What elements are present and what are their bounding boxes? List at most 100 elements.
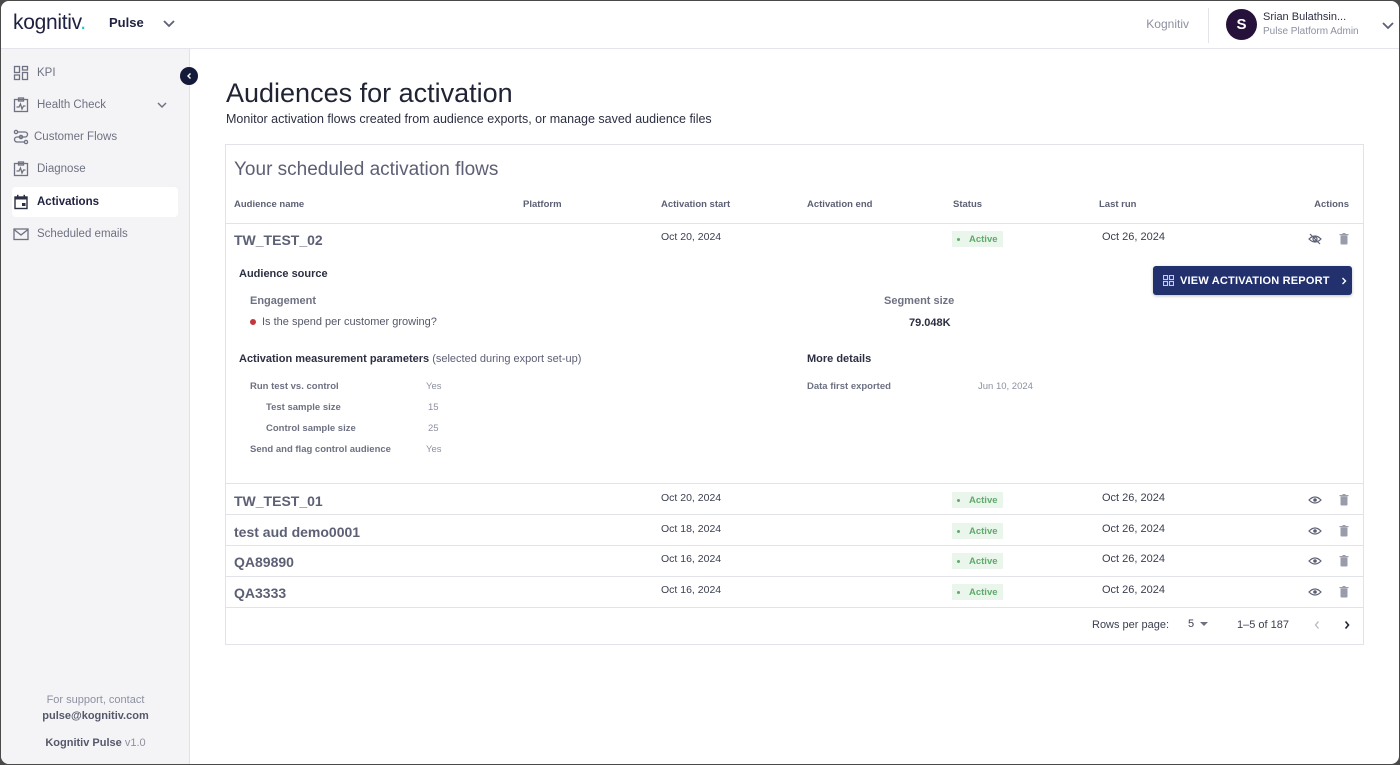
divider	[226, 576, 1363, 577]
param-value: 15	[428, 402, 439, 413]
source-question: Is the spend per customer growing?	[250, 316, 437, 328]
activation-start: Oct 16, 2024	[661, 584, 722, 596]
audience-name[interactable]: QA3333	[234, 585, 286, 601]
divider	[226, 483, 1363, 484]
col-last-run[interactable]: Last run	[1099, 199, 1136, 210]
sidebar-collapse-button[interactable]	[180, 67, 198, 85]
sidebar-item-activations[interactable]: Activations	[12, 187, 178, 217]
col-activation-end[interactable]: Activation end	[807, 199, 872, 210]
sidebar-item-diagnose[interactable]: Diagnose	[12, 154, 178, 184]
delete-button[interactable]	[1337, 493, 1351, 507]
view-details-button[interactable]	[1308, 493, 1322, 507]
trash-icon	[1339, 494, 1349, 506]
last-run: Oct 26, 2024	[1102, 553, 1165, 565]
param-label: Test sample size	[266, 402, 341, 413]
last-run: Oct 26, 2024	[1102, 231, 1165, 243]
rows-per-page-select[interactable]: 5	[1188, 618, 1209, 630]
more-details-heading: More details	[807, 353, 872, 365]
product-version: Kognitiv Pulse v1.0	[45, 737, 146, 749]
status-badge: Active	[952, 523, 1003, 539]
trash-icon	[1339, 555, 1349, 567]
params-heading: Activation measurement parameters (selec…	[239, 353, 582, 365]
user-menu[interactable]: S Srian Bulathsin... Pulse Platform Admi…	[1226, 9, 1395, 40]
eye-icon	[1308, 496, 1322, 504]
chevron-down-icon	[163, 19, 175, 27]
col-platform[interactable]: Platform	[523, 199, 562, 210]
param-value: Yes	[426, 444, 442, 455]
last-run: Oct 26, 2024	[1102, 584, 1165, 596]
trash-icon	[1339, 233, 1349, 245]
avatar: S	[1226, 9, 1257, 40]
page-title: Audiences for activation	[226, 78, 513, 108]
calendar-icon	[14, 194, 28, 210]
support-text: For support, contact	[46, 694, 145, 706]
status-badge: Active	[952, 231, 1003, 247]
user-role: Pulse Platform Admin	[1263, 26, 1359, 38]
chevron-down-icon	[1381, 21, 1394, 29]
audience-name[interactable]: TW_TEST_02	[234, 232, 323, 248]
status-badge: Active	[952, 584, 1003, 600]
segment-size-label: Segment size	[884, 295, 955, 307]
diagnose-chart-icon	[13, 161, 29, 177]
app-name: Pulse	[109, 15, 144, 30]
last-run: Oct 26, 2024	[1102, 523, 1165, 535]
divider	[226, 545, 1363, 546]
prev-page-button[interactable]	[1310, 618, 1324, 632]
col-activation-start[interactable]: Activation start	[661, 199, 730, 210]
delete-button[interactable]	[1337, 524, 1351, 538]
trash-icon	[1339, 586, 1349, 598]
sidebar: KPI Health Check Customer Flows Diagnose…	[1, 49, 190, 764]
view-activation-report-button[interactable]: VIEW ACTIVATION REPORT	[1153, 266, 1352, 295]
chevron-down-icon	[157, 102, 167, 109]
param-label: Send and flag control audience	[250, 444, 391, 455]
org-link[interactable]: Kognitiv	[1146, 17, 1189, 31]
sidebar-item-kpi[interactable]: KPI	[12, 58, 178, 88]
caret-down-icon	[1200, 621, 1209, 626]
audience-name[interactable]: test aud demo0001	[234, 524, 360, 540]
support-email-link[interactable]: pulse@kognitiv.com	[1, 710, 190, 722]
app-switcher[interactable]: Pulse	[109, 15, 176, 30]
audience-name[interactable]: QA89890	[234, 554, 294, 570]
view-details-button[interactable]	[1308, 524, 1322, 538]
pagination-range: 1–5 of 187	[1237, 619, 1289, 631]
delete-button[interactable]	[1337, 554, 1351, 568]
eye-icon	[1308, 588, 1322, 596]
hide-details-button[interactable]	[1308, 232, 1322, 246]
sidebar-item-health-check[interactable]: Health Check	[12, 90, 178, 120]
activation-start: Oct 18, 2024	[661, 523, 722, 535]
view-details-button[interactable]	[1308, 554, 1322, 568]
status-badge: Active	[952, 492, 1003, 508]
mail-icon	[13, 228, 29, 241]
header-divider	[1208, 8, 1209, 43]
data-first-exported-label: Data first exported	[807, 381, 891, 392]
trash-icon	[1339, 525, 1349, 537]
red-dot-icon	[250, 319, 256, 325]
rows-per-page-label: Rows per page:	[1092, 619, 1170, 631]
param-value: 25	[428, 423, 439, 434]
chevron-right-icon	[1341, 277, 1347, 284]
audience-name[interactable]: TW_TEST_01	[234, 493, 323, 509]
delete-button[interactable]	[1337, 232, 1351, 246]
kognitiv-logo[interactable]: kognitiv.	[13, 11, 86, 35]
qr-code-icon	[1163, 275, 1174, 286]
data-first-exported-value: Jun 10, 2024	[978, 381, 1033, 392]
card-title: Your scheduled activation flows	[234, 159, 499, 180]
param-label: Control sample size	[266, 423, 356, 434]
col-audience-name[interactable]: Audience name	[234, 199, 304, 210]
view-details-button[interactable]	[1308, 585, 1322, 599]
segment-size-value: 79.048K	[909, 317, 951, 329]
source-category: Engagement	[250, 295, 317, 307]
delete-button[interactable]	[1337, 585, 1351, 599]
eye-icon	[1308, 527, 1322, 535]
user-name: Srian Bulathsin...	[1263, 10, 1347, 23]
activation-flows-card: Your scheduled activation flows Audience…	[225, 144, 1364, 645]
activation-start: Oct 20, 2024	[661, 492, 722, 504]
sidebar-item-scheduled-emails[interactable]: Scheduled emails	[12, 219, 178, 249]
col-status[interactable]: Status	[953, 199, 982, 210]
sidebar-item-customer-flows[interactable]: Customer Flows	[12, 122, 178, 152]
eye-icon	[1308, 557, 1322, 565]
next-page-button[interactable]	[1340, 618, 1354, 632]
audience-source-heading: Audience source	[239, 268, 328, 280]
divider	[226, 514, 1363, 515]
activation-start: Oct 20, 2024	[661, 231, 722, 243]
